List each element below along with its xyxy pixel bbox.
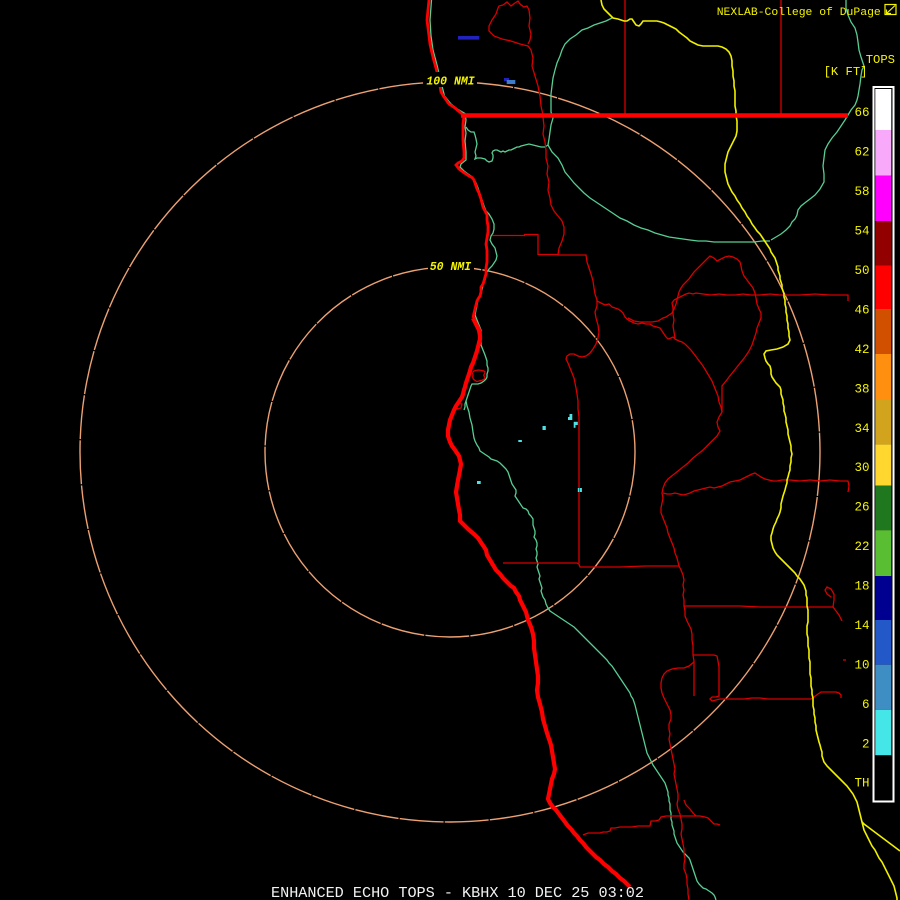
svg-text:38: 38	[854, 382, 869, 396]
svg-text:TH: TH	[854, 777, 869, 791]
svg-text:46: 46	[854, 303, 869, 317]
svg-text:NEXLAB-College of DuPage: NEXLAB-College of DuPage	[717, 7, 881, 19]
svg-text:14: 14	[854, 619, 869, 633]
svg-text:18: 18	[854, 580, 869, 594]
svg-text:10: 10	[854, 658, 869, 672]
svg-text:TOPS: TOPS	[866, 53, 895, 67]
svg-text:42: 42	[854, 343, 869, 357]
svg-text:66: 66	[854, 106, 869, 120]
svg-text:62: 62	[854, 146, 869, 160]
svg-text:[K FT]: [K FT]	[824, 65, 868, 79]
svg-text:ENHANCED ECHO TOPS - KBHX 10 D: ENHANCED ECHO TOPS - KBHX 10 DEC 25 03:0…	[271, 884, 644, 900]
svg-text:26: 26	[854, 501, 869, 515]
svg-text:22: 22	[854, 540, 869, 554]
svg-text:50 NMI: 50 NMI	[430, 261, 472, 274]
svg-text:2: 2	[862, 737, 870, 751]
svg-text:30: 30	[854, 461, 869, 475]
svg-text:100 NMI: 100 NMI	[426, 76, 474, 89]
svg-text:34: 34	[854, 422, 869, 436]
svg-text:58: 58	[854, 185, 869, 199]
svg-text:54: 54	[854, 225, 869, 239]
svg-text:6: 6	[862, 698, 870, 712]
svg-text:50: 50	[854, 264, 869, 278]
